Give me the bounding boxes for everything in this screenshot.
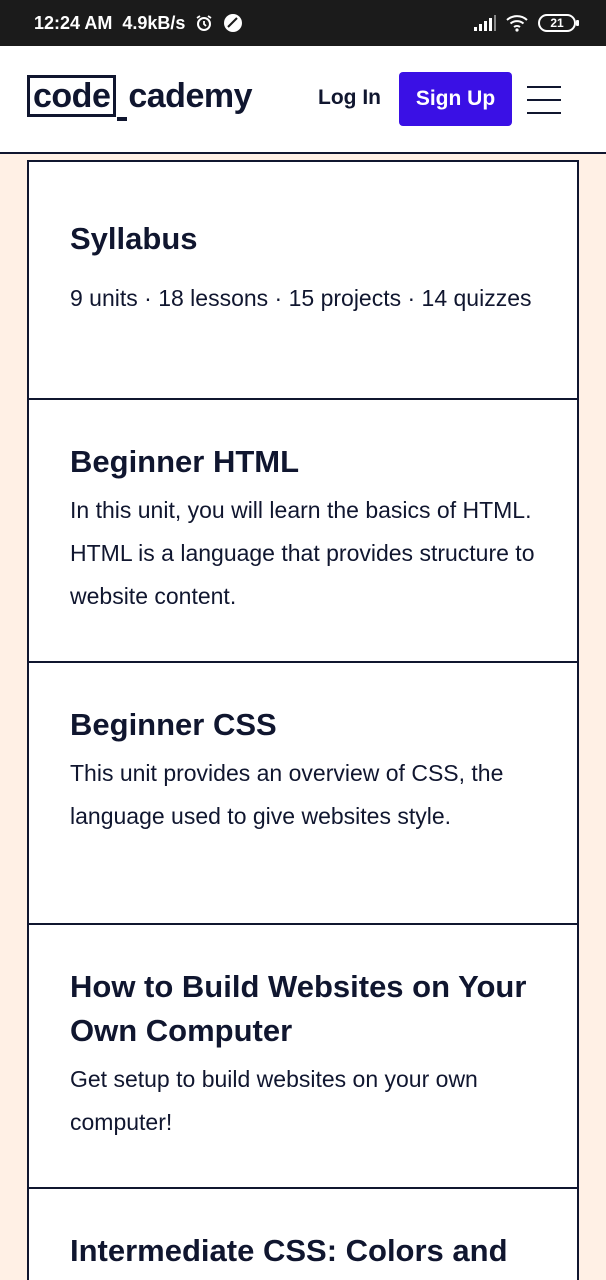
menu-line [527,99,561,101]
logo-cademy-text: cademy [128,77,252,115]
menu-line [527,86,561,88]
login-link[interactable]: Log In [318,86,381,110]
unit-description: In this unit, you will learn the basics … [70,497,535,609]
unit-card[interactable]: Beginner CSS This unit provides an overv… [29,663,577,925]
sync-icon [223,13,243,33]
hamburger-menu-icon[interactable] [527,86,563,114]
unit-description: Get setup to build websites on your own … [70,1066,478,1135]
unit-title: Beginner CSS [70,707,277,742]
signup-button[interactable]: Sign Up [399,72,512,126]
codecademy-logo[interactable]: code cademy [27,75,252,121]
unit-card[interactable]: Beginner HTML In this unit, you will lea… [29,400,577,663]
unit-title: Beginner HTML [70,444,300,479]
syllabus-panel: Syllabus 9 units · 18 lessons · 15 proje… [27,160,579,1280]
alarm-icon [195,14,213,32]
status-time: 12:24 AM [34,12,113,33]
unit-description: This unit provides an overview of CSS, t… [70,760,504,829]
status-bar: 12:24 AM 4.9kB/s 21 [0,0,606,46]
wifi-icon [506,14,528,32]
menu-line [527,112,561,114]
status-right: 21 [474,14,579,32]
logo-code-box: code [27,75,117,117]
status-left: 12:24 AM 4.9kB/s [34,13,243,34]
unit-card[interactable]: How to Build Websites on Your Own Comput… [29,925,577,1189]
syllabus-title: Syllabus [70,221,198,256]
syllabus-summary: Syllabus 9 units · 18 lessons · 15 proje… [29,162,577,400]
status-speed: 4.9kB/s [122,12,186,33]
logo-cursor [117,117,128,121]
unit-title: How to Build Websites on Your Own Comput… [70,969,527,1048]
site-header: code cademy Log In Sign Up [0,46,606,154]
signal-icon [474,15,496,31]
unit-title: Intermediate CSS: Colors and Typography [70,1233,508,1280]
unit-card[interactable]: Intermediate CSS: Colors and Typography [29,1189,577,1280]
battery-icon: 21 [538,14,579,32]
syllabus-meta: 9 units · 18 lessons · 15 projects · 14 … [70,285,532,311]
